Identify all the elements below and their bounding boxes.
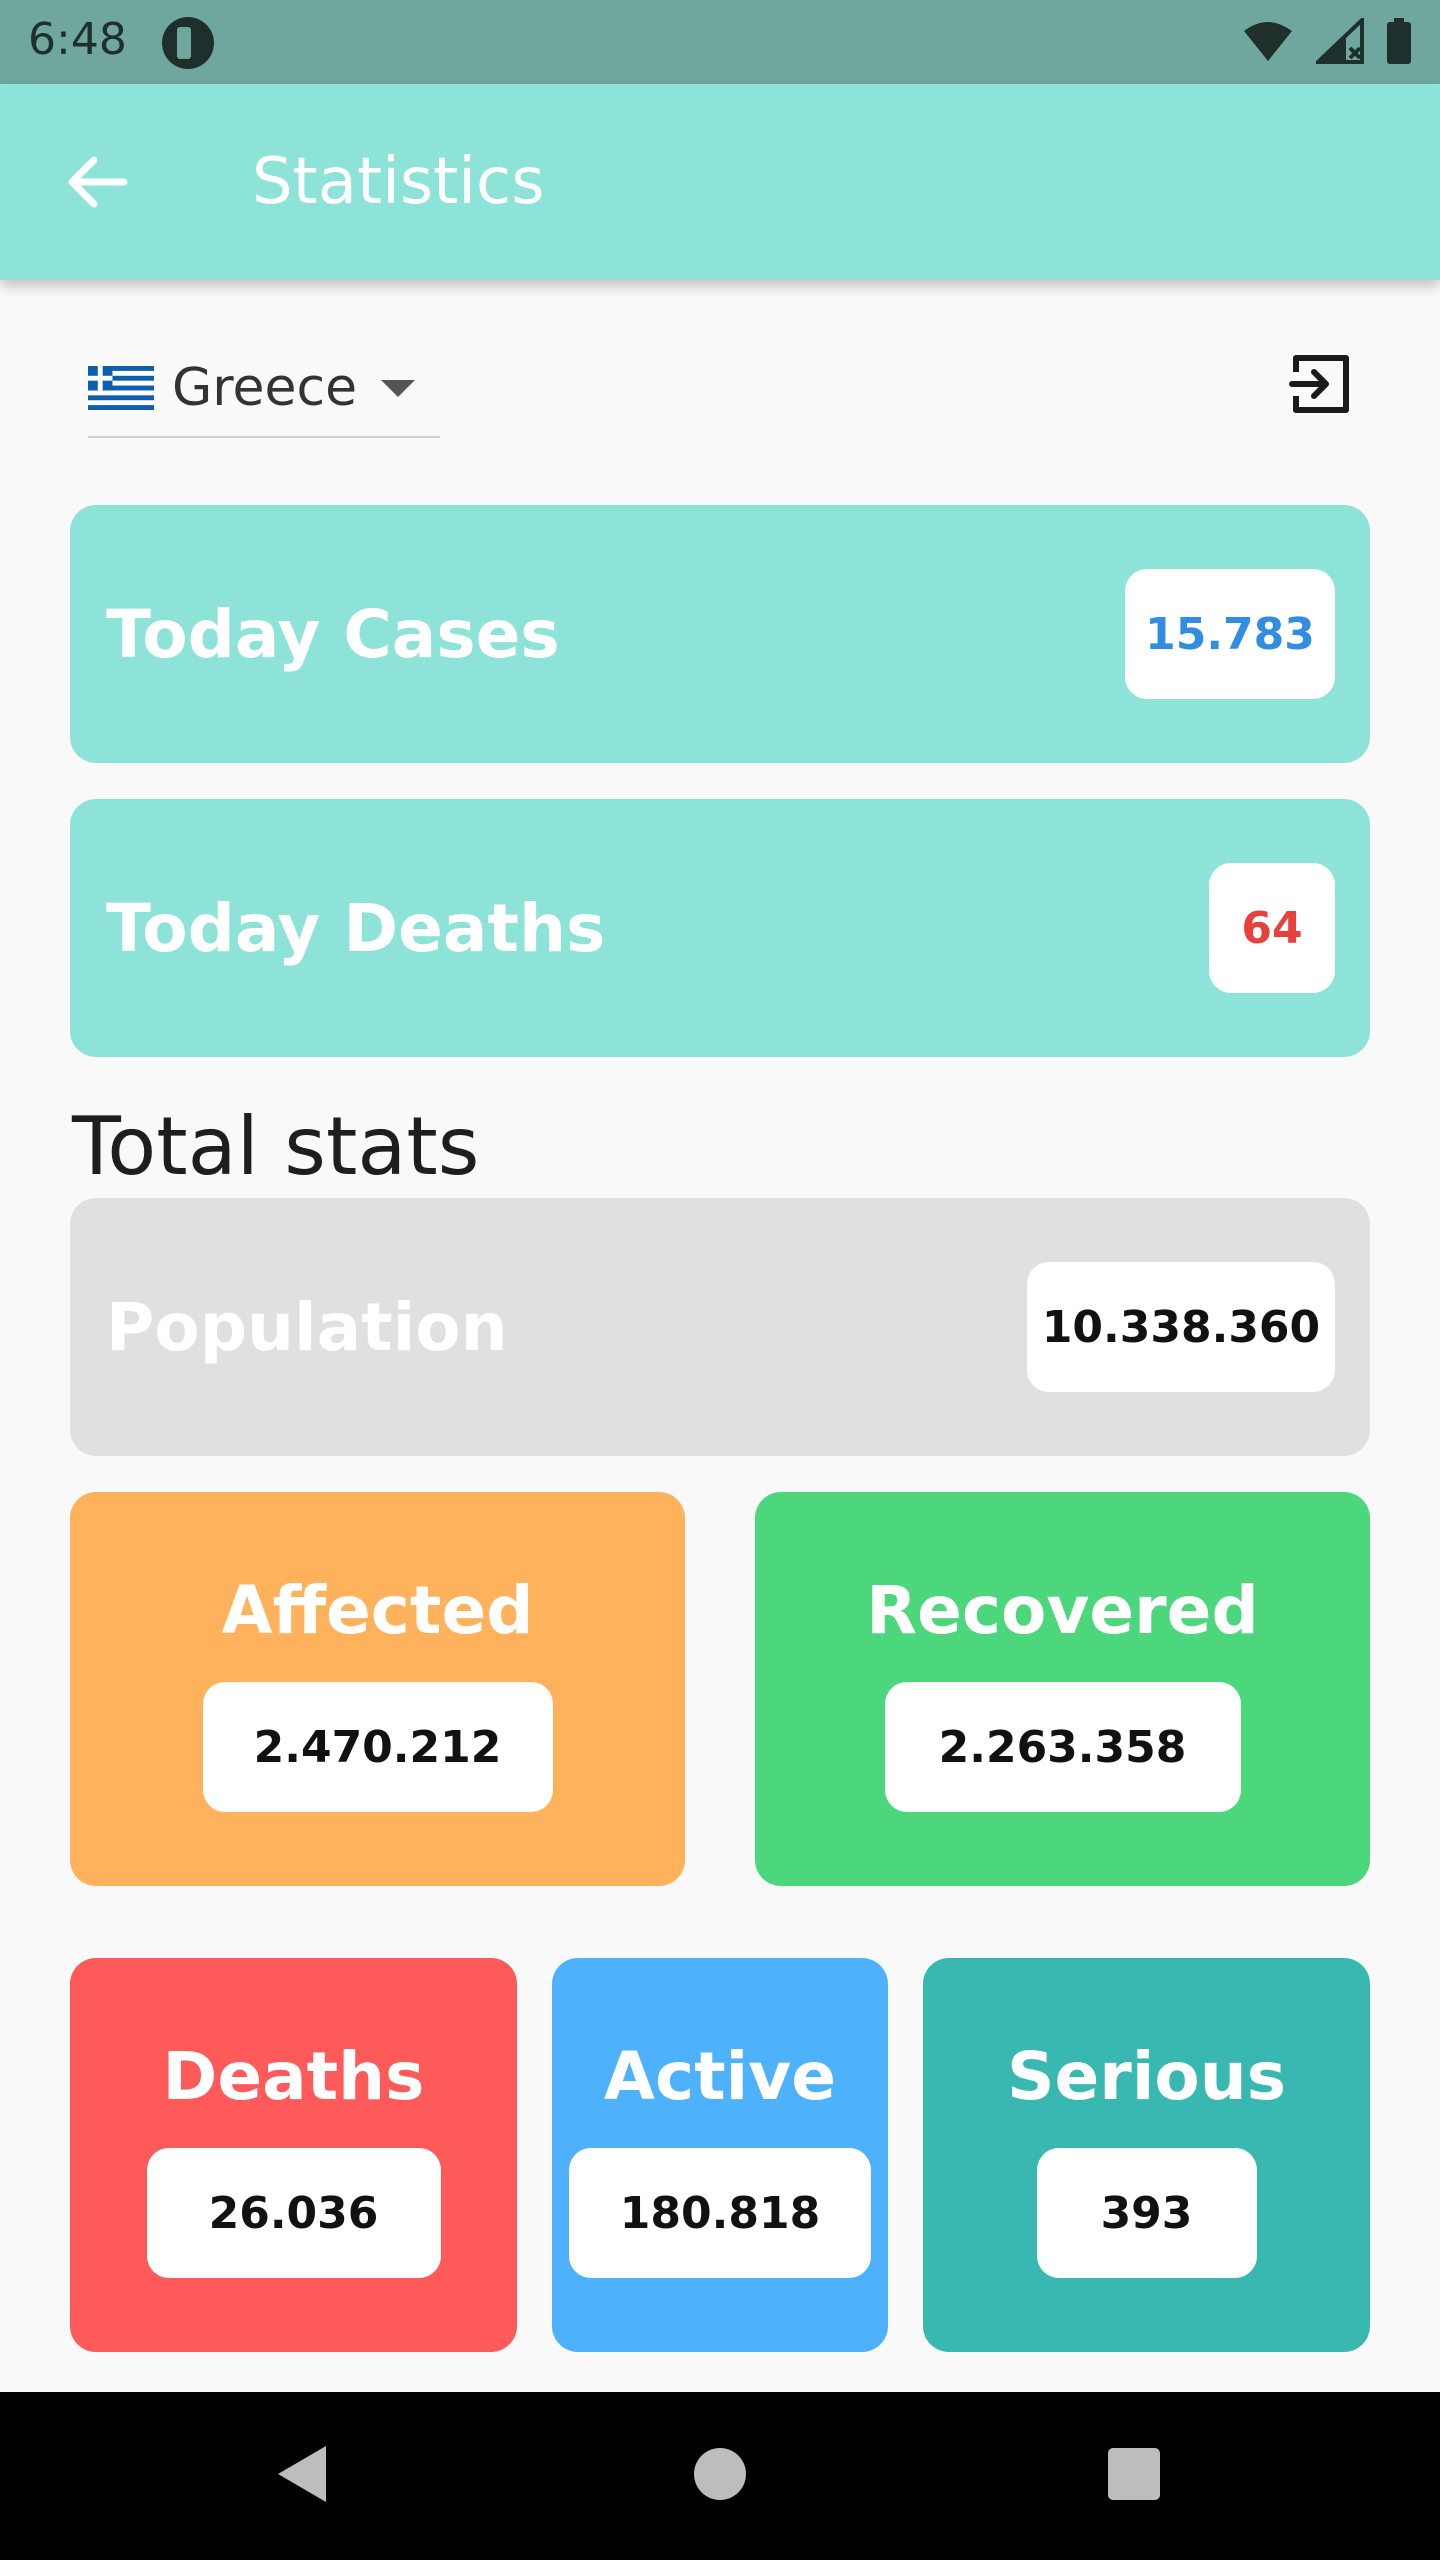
exit-icon bbox=[1289, 355, 1349, 413]
active-card: Active 180.818 bbox=[552, 1958, 888, 2352]
population-card: Population 10.338.360 bbox=[70, 1198, 1370, 1456]
dropdown-arrow-icon bbox=[381, 379, 416, 397]
today-cases-label: Today Cases bbox=[106, 595, 560, 673]
country-dropdown[interactable]: Greece bbox=[88, 340, 440, 438]
greece-flag-icon bbox=[88, 366, 154, 410]
cell-signal-icon bbox=[1316, 18, 1364, 64]
app-bar: Statistics bbox=[0, 84, 1440, 280]
nav-home-icon[interactable] bbox=[694, 2448, 746, 2500]
status-icons bbox=[1242, 18, 1412, 64]
nav-back-icon[interactable] bbox=[274, 2444, 328, 2504]
today-cases-value: 15.783 bbox=[1125, 569, 1335, 699]
affected-card: Affected 2.470.212 bbox=[70, 1492, 685, 1886]
deaths-card: Deaths 26.036 bbox=[70, 1958, 517, 2352]
recovered-value: 2.263.358 bbox=[884, 1682, 1241, 1812]
today-cases-card: Today Cases 15.783 bbox=[70, 505, 1370, 763]
total-stats-heading: Total stats bbox=[72, 1100, 480, 1193]
serious-value: 393 bbox=[1036, 2148, 1257, 2278]
recovered-card: Recovered 2.263.358 bbox=[755, 1492, 1370, 1886]
serious-label: Serious bbox=[1006, 2038, 1287, 2115]
page-title: Statistics bbox=[252, 145, 545, 219]
population-label: Population bbox=[106, 1288, 508, 1366]
nav-recents-icon[interactable] bbox=[1108, 2448, 1160, 2500]
affected-label: Affected bbox=[221, 1572, 534, 1649]
affected-value: 2.470.212 bbox=[202, 1682, 553, 1812]
today-deaths-value: 64 bbox=[1209, 863, 1335, 993]
recovered-label: Recovered bbox=[866, 1572, 1259, 1649]
today-deaths-card: Today Deaths 64 bbox=[70, 799, 1370, 1057]
population-value: 10.338.360 bbox=[1027, 1262, 1335, 1392]
serious-card: Serious 393 bbox=[923, 1958, 1370, 2352]
back-button[interactable] bbox=[56, 142, 136, 222]
status-bar: 6:48 bbox=[0, 0, 1440, 84]
system-navigation-bar bbox=[0, 2392, 1440, 2560]
arrow-back-icon bbox=[68, 156, 128, 208]
today-deaths-label: Today Deaths bbox=[106, 889, 606, 967]
active-value: 180.818 bbox=[569, 2148, 871, 2278]
wifi-icon bbox=[1244, 22, 1292, 61]
deaths-value: 26.036 bbox=[146, 2148, 441, 2278]
active-label: Active bbox=[603, 2038, 837, 2115]
battery-icon bbox=[1387, 18, 1411, 64]
country-name: Greece bbox=[172, 358, 358, 418]
deaths-label: Deaths bbox=[162, 2038, 425, 2115]
status-time: 6:48 bbox=[28, 14, 127, 65]
logout-button[interactable] bbox=[1282, 346, 1358, 422]
app-notification-icon bbox=[162, 17, 214, 69]
